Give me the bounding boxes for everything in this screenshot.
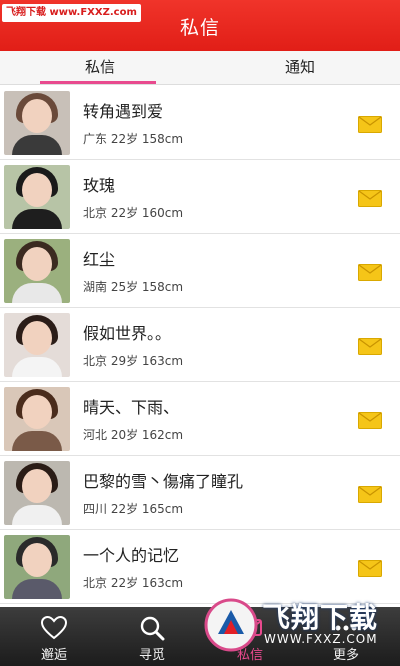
message-row[interactable]: 晴天、下雨、 河北 20岁 162cm [0, 382, 400, 456]
heart-icon [40, 615, 68, 640]
header-bar: 飞翔下载 www.FXXZ.com 私信 [0, 0, 400, 51]
avatar [4, 535, 70, 599]
message-sender-info: 广东 22岁 158cm [83, 132, 184, 146]
promo-title: 飞翔下载 [262, 601, 379, 634]
avatar [4, 165, 70, 229]
tab-private-messages[interactable]: 私信 [0, 51, 200, 85]
message-list: 转角遇到爱 广东 22岁 158cm 玫瑰 北京 22岁 160cm 红尘 湖南… [0, 86, 400, 604]
nav-item-encounter[interactable]: 邂逅 [6, 607, 102, 666]
mail-envelope-icon[interactable] [358, 190, 382, 207]
mail-envelope-icon[interactable] [358, 264, 382, 281]
message-sender-info: 北京 22岁 163cm [83, 576, 184, 590]
message-sender-name: 巴黎的雪丶傷痛了瞳孔 [83, 472, 244, 491]
message-sender-name: 转角遇到爱 [83, 102, 164, 121]
mail-envelope-icon[interactable] [358, 412, 382, 429]
nav-label: 邂逅 [40, 648, 67, 663]
promo-url: WWW.FXXZ.COM [264, 632, 378, 646]
promo-watermark-overlay: 飞翔下载 WWW.FXXZ.COM [204, 592, 396, 666]
avatar [4, 387, 70, 451]
active-tab-indicator [40, 81, 156, 84]
mail-envelope-icon[interactable] [358, 486, 382, 503]
message-row[interactable]: 转角遇到爱 广东 22岁 158cm [0, 86, 400, 160]
message-sender-info: 北京 29岁 163cm [83, 354, 184, 368]
message-sender-info: 北京 22岁 160cm [83, 206, 184, 220]
page-title: 私信 [179, 17, 220, 39]
avatar [4, 239, 70, 303]
message-row[interactable]: 玫瑰 北京 22岁 160cm [0, 160, 400, 234]
avatar [4, 91, 70, 155]
message-sender-name: 红尘 [83, 250, 116, 269]
tab-label: 通知 [284, 58, 315, 76]
promo-logo-icon [204, 598, 258, 652]
tab-notifications[interactable]: 通知 [200, 51, 400, 85]
message-sender-info: 湖南 25岁 158cm [83, 280, 184, 294]
nav-item-search[interactable]: 寻觅 [104, 607, 200, 666]
message-sender-info: 河北 20岁 162cm [83, 428, 184, 442]
avatar [4, 313, 70, 377]
message-row[interactable]: 假如世界。。 北京 29岁 163cm [0, 308, 400, 382]
mail-envelope-icon[interactable] [358, 116, 382, 133]
nav-label: 寻觅 [138, 648, 165, 663]
mail-envelope-icon[interactable] [358, 338, 382, 355]
message-sender-name: 假如世界。。 [83, 324, 172, 343]
message-sender-name: 晴天、下雨、 [83, 398, 180, 417]
avatar [4, 461, 70, 525]
search-icon [140, 616, 165, 641]
mail-envelope-icon[interactable] [358, 560, 382, 577]
tab-bar: 私信 通知 [0, 51, 400, 85]
tab-label: 私信 [84, 58, 115, 76]
message-row[interactable]: 红尘 湖南 25岁 158cm [0, 234, 400, 308]
message-sender-info: 四川 22岁 165cm [83, 502, 184, 516]
message-row[interactable]: 巴黎的雪丶傷痛了瞳孔 四川 22岁 165cm [0, 456, 400, 530]
message-sender-name: 一个人的记忆 [83, 546, 180, 565]
message-sender-name: 玫瑰 [83, 176, 116, 195]
